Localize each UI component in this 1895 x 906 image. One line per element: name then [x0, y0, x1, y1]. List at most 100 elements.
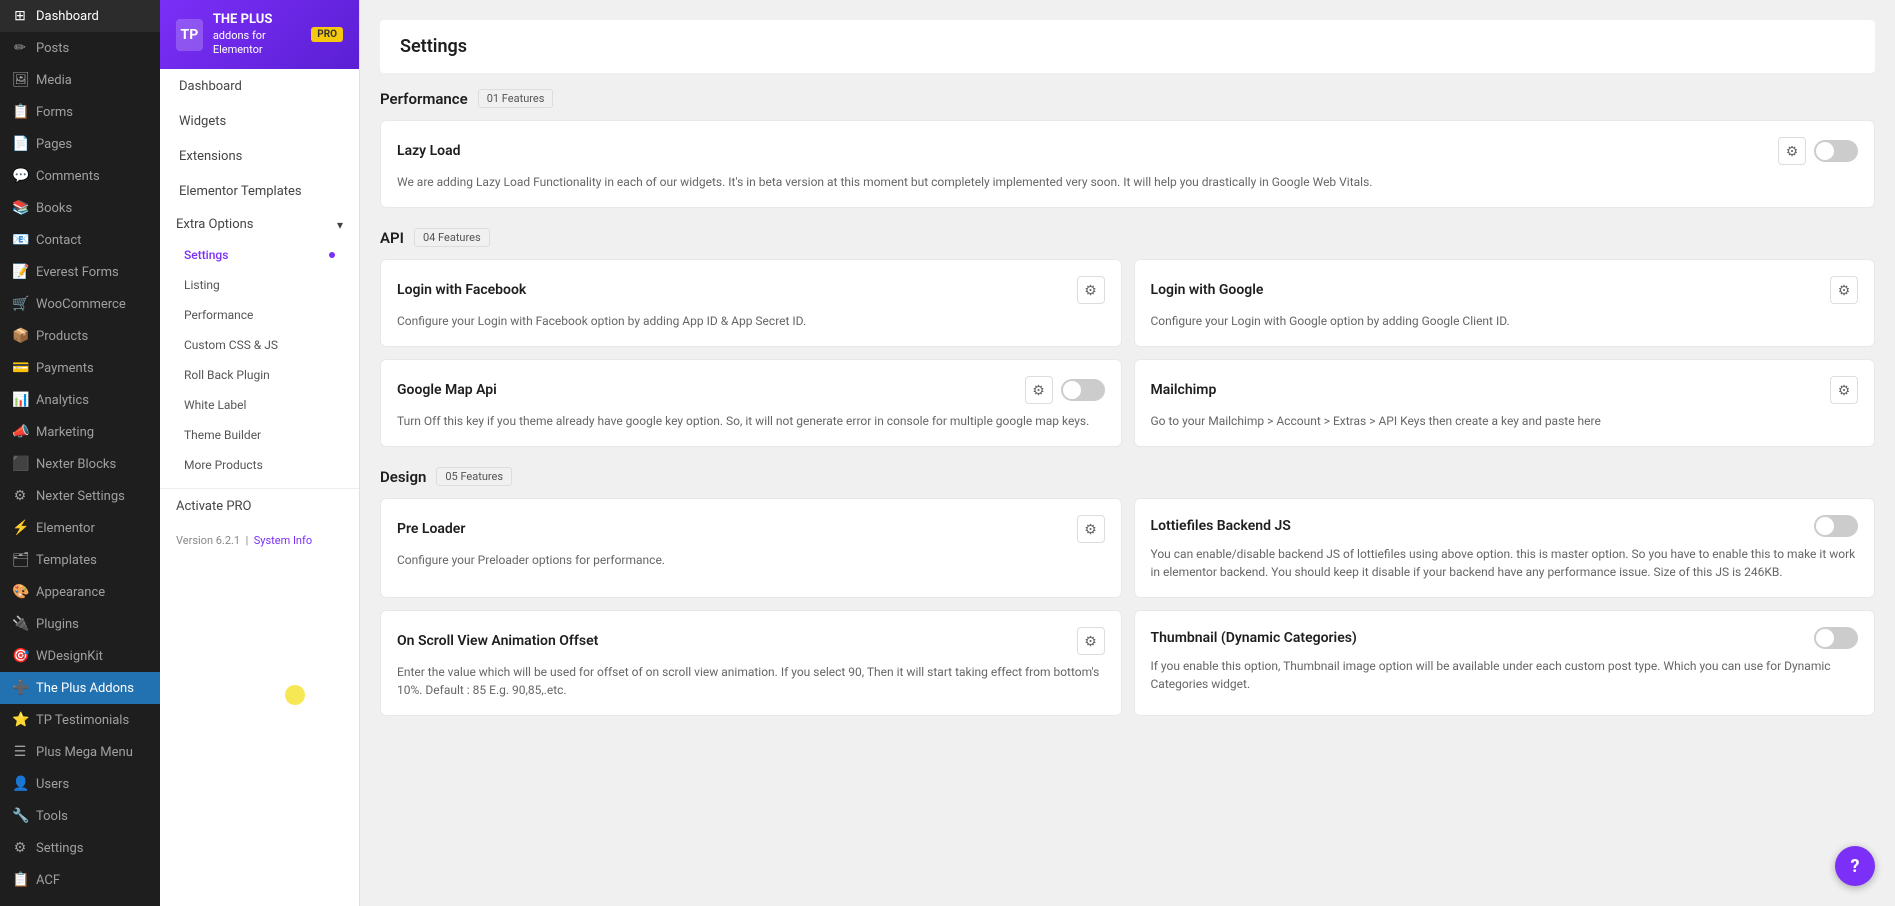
wp-menu-item-appearance[interactable]: 🎨Appearance: [0, 576, 160, 608]
wp-menu-item-users[interactable]: 👤Users: [0, 768, 160, 800]
subnav-more-products[interactable]: More Products: [160, 450, 359, 480]
wp-menu-item-woocommerce[interactable]: 🛒WooCommerce: [0, 288, 160, 320]
lazy-load-actions: ⚙: [1778, 137, 1858, 165]
subnav-white-label[interactable]: White Label: [160, 390, 359, 420]
subnav-listing[interactable]: Listing: [160, 270, 359, 300]
thumbnail-dynamic-title: Thumbnail (Dynamic Categories): [1151, 630, 1357, 646]
wp-menu-item-media[interactable]: 🖼Media: [0, 64, 160, 96]
scroll-animation-gear-button[interactable]: ⚙: [1077, 627, 1105, 655]
performance-section-header: Performance 01 Features: [380, 89, 1875, 108]
wp-menu-item-elementor[interactable]: ⚡Elementor: [0, 512, 160, 544]
lottiefiles-toggle[interactable]: [1814, 515, 1858, 537]
theplus-nav: Dashboard Widgets Extensions Elementor T…: [160, 69, 359, 480]
lottiefiles-desc: You can enable/disable backend JS of lot…: [1151, 545, 1859, 581]
google-map-api-toggle[interactable]: [1061, 379, 1105, 401]
login-facebook-header: Login with Facebook ⚙: [397, 276, 1105, 304]
wp-menu-item-products[interactable]: 📦Products: [0, 320, 160, 352]
wp-menu-item-books[interactable]: 📚Books: [0, 192, 160, 224]
wp-menu-item-everest-forms[interactable]: 📝Everest Forms: [0, 256, 160, 288]
mailchimp-card: Mailchimp ⚙ Go to your Mailchimp > Accou…: [1134, 359, 1876, 447]
tools-icon: 🔧: [12, 808, 28, 824]
wp-menu-item-pages[interactable]: 📄Pages: [0, 128, 160, 160]
theplus-nav-bottom: Activate PRO Version 6.2.1 | System Info: [160, 488, 359, 557]
login-facebook-gear-button[interactable]: ⚙: [1077, 276, 1105, 304]
wp-menu-item-analytics[interactable]: 📊Analytics: [0, 384, 160, 416]
google-map-api-header: Google Map Api ⚙: [397, 376, 1105, 404]
wp-menu-item-contact[interactable]: 📧Contact: [0, 224, 160, 256]
everest-forms-icon: 📝: [12, 264, 28, 280]
scroll-animation-desc: Enter the value which will be used for o…: [397, 663, 1105, 699]
activate-pro[interactable]: Activate PRO: [160, 489, 359, 524]
google-map-api-title: Google Map Api: [397, 382, 497, 398]
google-map-api-gear-button[interactable]: ⚙: [1025, 376, 1053, 404]
performance-section: Performance 01 Features Lazy Load ⚙ We a…: [380, 89, 1875, 208]
nav-item-elementor-templates[interactable]: Elementor Templates: [160, 174, 359, 209]
wp-menu-item-nexter-settings[interactable]: ⚙Nexter Settings: [0, 480, 160, 512]
login-google-header: Login with Google ⚙: [1151, 276, 1859, 304]
design-section: Design 05 Features Pre Loader ⚙ Configur…: [380, 467, 1875, 716]
subnav-performance[interactable]: Performance: [160, 300, 359, 330]
wp-menu-item-forms[interactable]: 📋Forms: [0, 96, 160, 128]
google-map-api-desc: Turn Off this key if you theme already h…: [397, 412, 1105, 430]
lazy-load-desc: We are adding Lazy Load Functionality in…: [397, 173, 1858, 191]
login-google-card: Login with Google ⚙ Configure your Login…: [1134, 259, 1876, 347]
help-button[interactable]: ?: [1835, 846, 1875, 886]
nav-item-widgets[interactable]: Widgets: [160, 104, 359, 139]
wp-menu-item-tp-testimonials[interactable]: ⭐TP Testimonials: [0, 704, 160, 736]
wp-menu-item-plus-mega-menu[interactable]: ☰Plus Mega Menu: [0, 736, 160, 768]
extra-options-section[interactable]: Extra Options ▾: [160, 209, 359, 240]
login-google-title: Login with Google: [1151, 282, 1264, 298]
subnav-custom-css-js[interactable]: Custom CSS & JS: [160, 330, 359, 360]
wp-menu-item-theplus-addons[interactable]: ➕The Plus Addons: [0, 672, 160, 704]
wp-menu-item-marketing[interactable]: 📣Marketing: [0, 416, 160, 448]
login-google-actions: ⚙: [1830, 276, 1858, 304]
wp-menu-item-payments[interactable]: 💳Payments: [0, 352, 160, 384]
lottiefiles-header: Lottiefiles Backend JS: [1151, 515, 1859, 537]
wp-menu-item-templates[interactable]: 🗂Templates: [0, 544, 160, 576]
contact-icon: 📧: [12, 232, 28, 248]
version-info: Version 6.2.1 | System Info: [160, 524, 359, 557]
scroll-animation-header: On Scroll View Animation Offset ⚙: [397, 627, 1105, 655]
subnav-settings[interactable]: Settings: [160, 240, 359, 270]
google-map-api-actions: ⚙: [1025, 376, 1105, 404]
design-section-header: Design 05 Features: [380, 467, 1875, 486]
extra-options-label: Extra Options: [176, 217, 254, 232]
wp-menu-item-plugins[interactable]: 🔌Plugins: [0, 608, 160, 640]
thumbnail-dynamic-header: Thumbnail (Dynamic Categories): [1151, 627, 1859, 649]
system-info-link[interactable]: System Info: [254, 534, 312, 547]
wp-menu-item-dashboard[interactable]: ⊞Dashboard: [0, 0, 160, 32]
performance-features-badge: 01 Features: [478, 89, 554, 108]
lazy-load-toggle[interactable]: [1814, 140, 1858, 162]
main-settings: Settings Performance 01 Features Lazy Lo…: [360, 0, 1895, 906]
login-google-gear-button[interactable]: ⚙: [1830, 276, 1858, 304]
lazy-load-gear-button[interactable]: ⚙: [1778, 137, 1806, 165]
api-section-header: API 04 Features: [380, 228, 1875, 247]
subnav-theme-builder[interactable]: Theme Builder: [160, 420, 359, 450]
chevron-down-icon: ▾: [337, 218, 343, 232]
pre-loader-gear-button[interactable]: ⚙: [1077, 515, 1105, 543]
nav-item-dashboard[interactable]: Dashboard: [160, 69, 359, 104]
thumbnail-dynamic-toggle[interactable]: [1814, 627, 1858, 649]
mailchimp-desc: Go to your Mailchimp > Account > Extras …: [1151, 412, 1859, 430]
design-section-title: Design: [380, 468, 426, 486]
pre-loader-actions: ⚙: [1077, 515, 1105, 543]
wp-menu-item-posts[interactable]: ✏Posts: [0, 32, 160, 64]
wp-menu-item-nexter-blocks[interactable]: ⬛Nexter Blocks: [0, 448, 160, 480]
plus-mega-menu-icon: ☰: [12, 744, 28, 760]
payments-icon: 💳: [12, 360, 28, 376]
wp-menu-item-wdesignkit[interactable]: 🎯WDesignKit: [0, 640, 160, 672]
templates-icon: 🗂: [12, 552, 28, 568]
wp-menu-item-acf[interactable]: 📋ACF: [0, 864, 160, 896]
elementor-icon: ⚡: [12, 520, 28, 536]
mailchimp-gear-button[interactable]: ⚙: [1830, 376, 1858, 404]
wp-menu-item-tools[interactable]: 🔧Tools: [0, 800, 160, 832]
thumbnail-dynamic-card: Thumbnail (Dynamic Categories) If you en…: [1134, 610, 1876, 716]
wp-menu-item-comments[interactable]: 💬Comments: [0, 160, 160, 192]
nav-item-extensions[interactable]: Extensions: [160, 139, 359, 174]
subnav-rollback-plugin[interactable]: Roll Back Plugin: [160, 360, 359, 390]
design-cards: Pre Loader ⚙ Configure your Preloader op…: [380, 498, 1875, 716]
wp-menu-item-settings[interactable]: ⚙Settings: [0, 832, 160, 864]
dashboard-icon: ⊞: [12, 8, 28, 24]
scroll-animation-card: On Scroll View Animation Offset ⚙ Enter …: [380, 610, 1122, 716]
comments-icon: 💬: [12, 168, 28, 184]
